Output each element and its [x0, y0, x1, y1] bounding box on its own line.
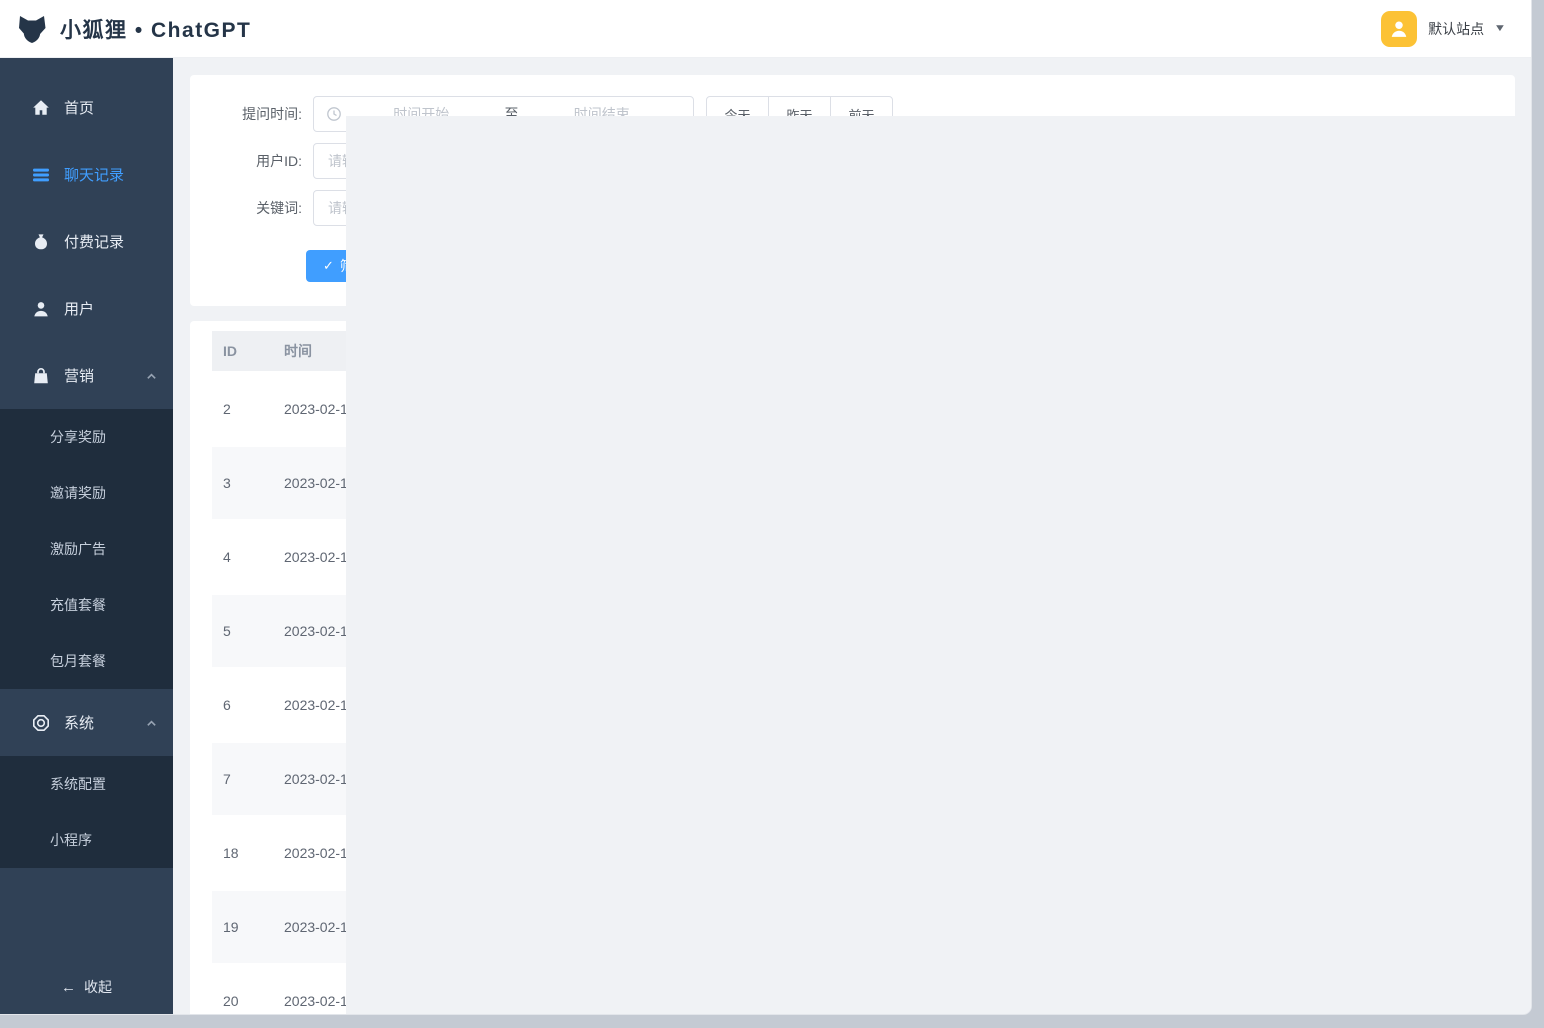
sidebar-item-label: 付费记录 — [64, 234, 125, 251]
sidebar-item-share-reward[interactable]: 分享奖励 — [0, 409, 173, 465]
sidebar-item-label: 系统 — [64, 715, 95, 732]
sidebar-item-monthly-package[interactable]: 包月套餐 — [0, 633, 173, 689]
app-window: 小狐狸 • ChatGPT 默认站点 ▼ 首页 聊天记录 付费记录 用户 营销 … — [0, 0, 1531, 1014]
chat-records-table: ID 时间 消耗tokens 用户 内容 2 2023-02-10 22:21:… — [212, 116, 1531, 1014]
sidebar-item-invite-reward[interactable]: 邀请奖励 — [0, 465, 173, 521]
chat-records-table-panel: ID 时间 消耗tokens 用户 内容 2 2023-02-10 22:21:… — [190, 116, 1531, 1014]
system-gear-icon — [32, 714, 50, 731]
sidebar-item-recharge-package[interactable]: 充值套餐 — [0, 577, 173, 633]
sidebar-item-mini-program[interactable]: 小程序 — [0, 812, 173, 868]
time-filter-label: 提问时间: — [242, 106, 302, 122]
submenu-item-label: 小程序 — [50, 832, 92, 848]
collapse-label: 收起 — [84, 979, 112, 995]
sidebar-item-system-config[interactable]: 系统配置 — [0, 756, 173, 812]
arrow-left-icon: ← — [61, 978, 76, 996]
sidebar-item-label: 用户 — [64, 301, 95, 318]
sidebar-group-system[interactable]: 系统 — [0, 689, 173, 756]
main-content: 提问时间: 时间开始 至 时间结束 今天 昨天 前天 用户ID: 请输入用户id… — [173, 58, 1531, 1014]
sidebar-item-payment-log[interactable]: 付费记录 — [0, 208, 173, 275]
home-icon — [33, 99, 49, 115]
user-icon — [34, 301, 48, 316]
sidebar-item-users[interactable]: 用户 — [0, 275, 173, 342]
marketing-submenu: 分享奖励 邀请奖励 激励广告 充值套餐 包月套餐 — [0, 409, 173, 689]
submenu-item-label: 激励广告 — [50, 541, 106, 557]
cell-id: 20 — [223, 993, 239, 1009]
marketing-bag-icon — [34, 367, 48, 383]
cell-id: 3 — [223, 475, 231, 491]
submenu-item-label: 包月套餐 — [50, 653, 106, 669]
cell-id: 7 — [223, 771, 231, 787]
caret-down-icon: ▼ — [1493, 23, 1507, 34]
check-icon: ✓ — [323, 258, 334, 273]
cell-id: 6 — [223, 697, 231, 713]
sidebar-item-label: 首页 — [64, 100, 95, 117]
column-header-id: ID — [212, 331, 284, 371]
clock-icon — [327, 107, 341, 121]
sidebar: 首页 聊天记录 付费记录 用户 营销 分享奖励 邀请奖励 激励广告 充值套餐 包… — [0, 58, 173, 1014]
chevron-up-icon — [147, 719, 156, 726]
submenu-item-label: 系统配置 — [50, 776, 106, 792]
cell-id: 2 — [223, 401, 231, 417]
cell-id: 5 — [223, 623, 231, 639]
sidebar-collapse-button[interactable]: ← 收起 — [0, 960, 173, 1014]
sidebar-item-label: 营销 — [64, 368, 95, 385]
submenu-item-label: 充值套餐 — [50, 597, 106, 613]
chat-log-icon — [33, 168, 49, 181]
sidebar-item-incentive-ads[interactable]: 激励广告 — [0, 521, 173, 577]
sidebar-item-label: 聊天记录 — [64, 167, 125, 184]
person-icon — [1391, 21, 1407, 37]
site-name: 默认站点 — [1428, 20, 1485, 37]
system-submenu: 系统配置 小程序 — [0, 756, 173, 868]
cell-id: 18 — [223, 845, 239, 861]
cell-id: 19 — [223, 919, 239, 935]
money-bag-icon — [35, 233, 47, 249]
sidebar-group-marketing[interactable]: 营销 — [0, 342, 173, 409]
app-title: 小狐狸 • ChatGPT — [60, 18, 252, 42]
cell-content — [346, 116, 1531, 1014]
avatar[interactable] — [1381, 10, 1418, 47]
keyword-label: 关键词: — [256, 200, 302, 216]
chevron-up-icon — [147, 372, 156, 379]
sidebar-item-home[interactable]: 首页 — [0, 74, 173, 141]
sidebar-menu: 首页 聊天记录 付费记录 用户 营销 分享奖励 邀请奖励 激励广告 充值套餐 包… — [0, 58, 173, 868]
logo: 小狐狸 • ChatGPT — [14, 11, 251, 47]
sidebar-item-chat-log[interactable]: 聊天记录 — [0, 141, 173, 208]
top-bar: 小狐狸 • ChatGPT 默认站点 ▼ — [0, 0, 1531, 58]
fox-logo-icon — [14, 11, 50, 47]
site-switcher[interactable]: 默认站点 ▼ — [1381, 10, 1507, 47]
cell-id: 4 — [223, 549, 231, 565]
submenu-item-label: 分享奖励 — [50, 429, 106, 445]
submenu-item-label: 邀请奖励 — [50, 485, 106, 501]
user-id-label: 用户ID: — [256, 153, 302, 169]
